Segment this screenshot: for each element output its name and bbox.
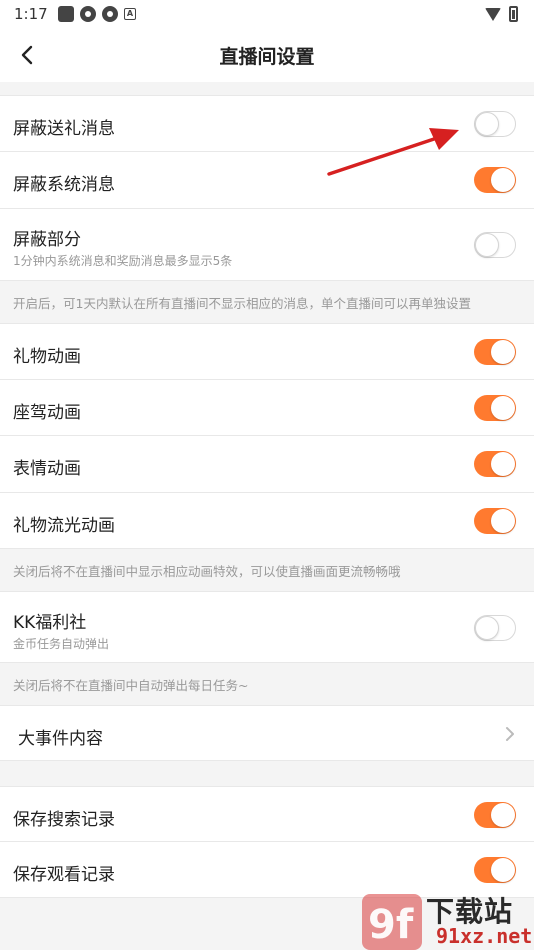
- page-title: 直播间设置: [219, 46, 315, 68]
- gift-shimmer-animation-toggle[interactable]: [474, 508, 516, 534]
- app-notification-icon: [102, 6, 118, 22]
- group-hint: 关闭后将不在直播间中自动弹出每日任务~: [0, 663, 534, 705]
- toggle-knob: [491, 340, 515, 364]
- toggle-knob: [491, 858, 515, 882]
- app-notification-icon: [58, 6, 74, 22]
- setting-label: 大事件内容: [18, 729, 103, 749]
- setting-subtitle: 1分钟内系统消息和奖励消息最多显示5条: [13, 254, 233, 268]
- kk-welfare-toggle[interactable]: [474, 615, 516, 641]
- chevron-right-icon: [506, 727, 514, 741]
- setting-label: KK福利社: [13, 613, 87, 633]
- battery-icon: [509, 6, 518, 22]
- setting-subtitle: 金币任务自动弹出: [13, 637, 110, 651]
- annotation-arrow-icon: [327, 128, 459, 176]
- app-notification-icon: [80, 6, 96, 22]
- toggle-knob: [475, 112, 499, 136]
- status-time: 1:17: [14, 5, 48, 23]
- mount-animation-toggle[interactable]: [474, 395, 516, 421]
- setting-row-mount-animation[interactable]: 座驾动画: [0, 380, 534, 436]
- settings-list: 屏蔽送礼消息 屏蔽系统消息 屏蔽部分 1分钟内系统消息和奖励消息最多显示5条 开…: [0, 95, 534, 898]
- toggle-knob: [475, 233, 499, 257]
- toggle-knob: [491, 168, 515, 192]
- setting-label: 表情动画: [13, 459, 81, 479]
- setting-row-gift-animation[interactable]: 礼物动画: [0, 323, 534, 380]
- setting-row-gift-shimmer-animation[interactable]: 礼物流光动画: [0, 493, 534, 549]
- toggle-knob: [491, 509, 515, 533]
- block-gift-messages-toggle[interactable]: [474, 111, 516, 137]
- a-notification-icon: A: [124, 8, 136, 20]
- setting-row-block-partial[interactable]: 屏蔽部分 1分钟内系统消息和奖励消息最多显示5条: [0, 209, 534, 281]
- watermark-url: 91xz.net: [436, 924, 533, 948]
- block-partial-toggle[interactable]: [474, 232, 516, 258]
- app-header: 直播间设置: [0, 28, 534, 82]
- system-icons: [485, 6, 518, 22]
- setting-row-kk-welfare[interactable]: KK福利社 金币任务自动弹出: [0, 591, 534, 663]
- setting-label: 屏蔽系统消息: [13, 175, 115, 195]
- setting-label: 座驾动画: [13, 403, 81, 423]
- svg-text:9f: 9f: [368, 902, 414, 948]
- wifi-icon: [485, 7, 501, 21]
- setting-label: 保存搜索记录: [13, 810, 115, 830]
- setting-row-major-events[interactable]: 大事件内容: [0, 705, 534, 761]
- toggle-knob: [491, 803, 515, 827]
- save-watch-history-toggle[interactable]: [474, 857, 516, 883]
- toggle-knob: [491, 452, 515, 476]
- setting-row-save-search-history[interactable]: 保存搜索记录: [0, 786, 534, 842]
- block-system-messages-toggle[interactable]: [474, 167, 516, 193]
- setting-label: 屏蔽送礼消息: [13, 119, 115, 139]
- notification-icons: A: [58, 6, 136, 22]
- setting-label: 礼物动画: [13, 347, 81, 367]
- group-hint: 关闭后将不在直播间中显示相应动画特效，可以使直播画面更流畅畅哦: [0, 549, 534, 591]
- group-hint: 开启后，可1天内默认在所有直播间不显示相应的消息，单个直播间可以再单独设置: [0, 281, 534, 323]
- setting-label: 礼物流光动画: [13, 516, 115, 536]
- setting-label: 保存观看记录: [13, 865, 115, 885]
- gift-animation-toggle[interactable]: [474, 339, 516, 365]
- toggle-knob: [491, 396, 515, 420]
- save-search-history-toggle[interactable]: [474, 802, 516, 828]
- emoji-animation-toggle[interactable]: [474, 451, 516, 477]
- setting-label: 屏蔽部分: [13, 230, 81, 250]
- setting-row-emoji-animation[interactable]: 表情动画: [0, 436, 534, 493]
- toggle-knob: [475, 616, 499, 640]
- status-bar: 1:17 A: [0, 0, 534, 28]
